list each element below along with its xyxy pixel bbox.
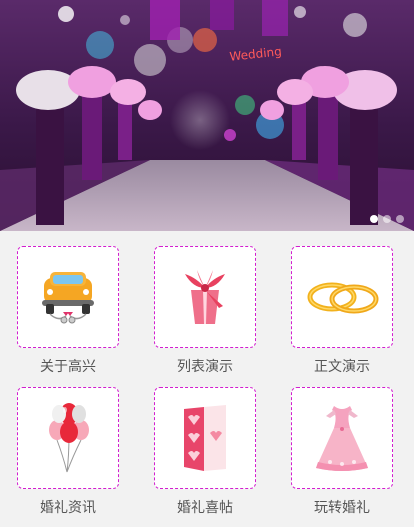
menu-item-icon-box[interactable] bbox=[17, 387, 119, 489]
carousel-indicators bbox=[370, 215, 404, 223]
menu-item-label: 婚礼喜帖 bbox=[177, 500, 233, 516]
menu-item-label: 列表演示 bbox=[177, 359, 233, 375]
wedding-car-icon bbox=[42, 272, 94, 324]
menu-item-about[interactable]: 关于高兴 bbox=[17, 246, 119, 376]
wedding-dress-icon bbox=[316, 406, 368, 471]
menu-item-label: 玩转婚礼 bbox=[314, 500, 370, 516]
balloons-icon bbox=[49, 403, 89, 473]
menu-grid: 关于高兴 列表演示 正文演示 婚礼资讯 婚礼喜帖 玩转婚礼 bbox=[0, 231, 414, 527]
invitation-card-icon bbox=[184, 405, 226, 471]
menu-item-label: 关于高兴 bbox=[40, 359, 96, 375]
banner-image: Wedding bbox=[0, 0, 414, 231]
menu-item-label: 婚礼资讯 bbox=[40, 500, 96, 516]
menu-item-icon-box[interactable] bbox=[154, 246, 256, 348]
menu-item-icon-box[interactable] bbox=[154, 387, 256, 489]
carousel-dot-3[interactable] bbox=[396, 215, 404, 223]
carousel-dot-2[interactable] bbox=[383, 215, 391, 223]
menu-item-article-demo[interactable]: 正文演示 bbox=[291, 246, 393, 376]
menu-item-icon-box[interactable] bbox=[291, 387, 393, 489]
menu-item-wedding-news[interactable]: 婚礼资讯 bbox=[17, 387, 119, 517]
menu-item-wedding-invitation[interactable]: 婚礼喜帖 bbox=[154, 387, 256, 517]
banner-carousel[interactable]: Wedding bbox=[0, 0, 414, 231]
menu-item-wedding-fun[interactable]: 玩转婚礼 bbox=[291, 387, 393, 517]
menu-item-icon-box[interactable] bbox=[291, 246, 393, 348]
menu-item-icon-box[interactable] bbox=[17, 246, 119, 348]
wedding-rings-icon bbox=[307, 282, 379, 314]
menu-item-label: 正文演示 bbox=[314, 359, 370, 375]
carousel-dot-1[interactable] bbox=[370, 215, 378, 223]
menu-item-list-demo[interactable]: 列表演示 bbox=[154, 246, 256, 376]
gift-box-icon bbox=[185, 270, 225, 324]
